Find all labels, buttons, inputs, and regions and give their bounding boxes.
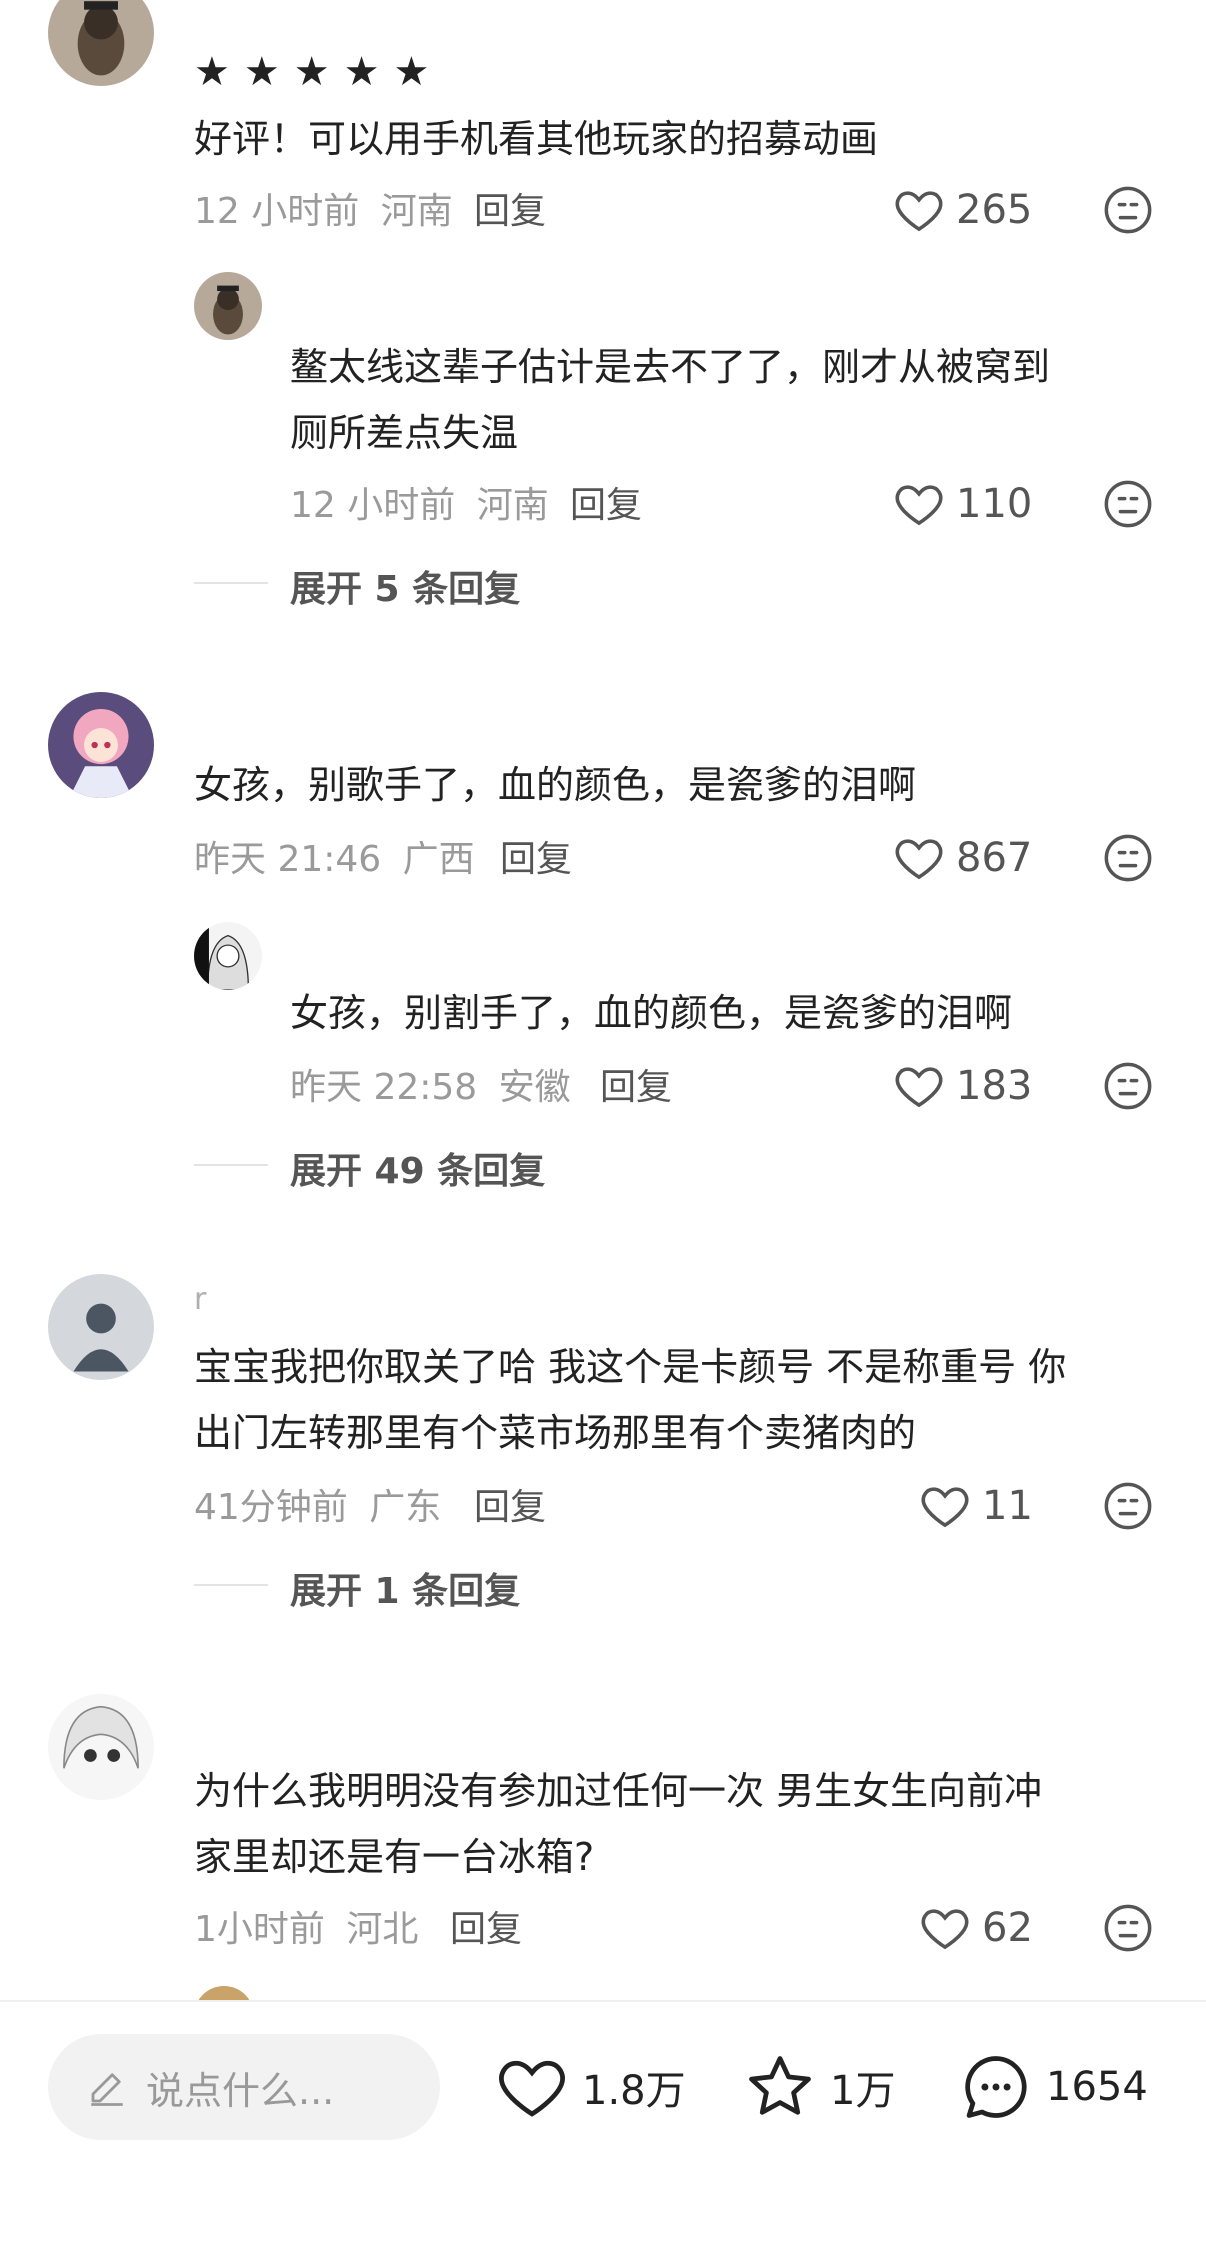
like-button[interactable]: 110 bbox=[892, 474, 1032, 534]
reply-text: 鳌太线这辈子估计是去不了了，刚才从被窝到 厕所差点失温 bbox=[290, 334, 1050, 466]
comment-meta: 1小时前 河北 bbox=[194, 1900, 418, 1952]
like-button[interactable]: 62 bbox=[918, 1898, 1033, 1958]
heart-icon bbox=[895, 485, 943, 526]
comment-meta: 41分钟前 广东 bbox=[194, 1478, 441, 1530]
chat-bubble-icon bbox=[965, 2056, 1027, 2118]
reply-avatar[interactable] bbox=[194, 272, 262, 340]
star-icon bbox=[749, 2056, 811, 2115]
heart-icon bbox=[921, 1909, 969, 1950]
comment-text-line: 为什么我明明没有参加过任何一次 男生女生向前冲 bbox=[194, 1769, 1043, 1813]
like-post-button[interactable]: 1.8万 bbox=[494, 2042, 686, 2132]
like-button[interactable]: 867 bbox=[892, 828, 1032, 888]
comment-location: 广东 bbox=[369, 1487, 442, 1528]
avatar[interactable] bbox=[48, 1274, 154, 1380]
comment-input[interactable]: 说点什么... bbox=[48, 2034, 440, 2140]
like-count: 110 bbox=[956, 481, 1033, 527]
emoji-face-icon[interactable] bbox=[1102, 478, 1154, 530]
avatar[interactable] bbox=[48, 692, 154, 798]
expand-divider bbox=[194, 582, 268, 584]
expand-divider bbox=[194, 1584, 268, 1586]
comment-meta: 昨天 21:46 广西 bbox=[194, 830, 475, 882]
comment-meta-time: 12 小时前 河南 bbox=[194, 182, 453, 234]
reply-button[interactable]: 回复 bbox=[474, 1478, 546, 1530]
emoji-face-icon[interactable] bbox=[1102, 832, 1154, 884]
avatar[interactable] bbox=[48, 0, 154, 86]
reply-avatar[interactable] bbox=[194, 922, 262, 990]
rating-stars: ★★★★★ bbox=[194, 52, 443, 92]
expand-replies-button[interactable]: 展开 5 条回复 bbox=[290, 560, 520, 612]
like-button[interactable]: 265 bbox=[892, 180, 1032, 240]
comment-text-line: 宝宝我把你取关了哈 我这个是卡颜号 不是称重号 你 bbox=[194, 1345, 1067, 1389]
comments-button[interactable]: 1654 bbox=[958, 2042, 1148, 2132]
emoji-face-icon[interactable] bbox=[1102, 1902, 1154, 1954]
comment-text: 好评！可以用手机看其他玩家的招募动画 bbox=[194, 117, 879, 161]
emoji-face-icon[interactable] bbox=[1102, 184, 1154, 236]
like-count: 11 bbox=[982, 1483, 1033, 1529]
comment-input-placeholder: 说点什么... bbox=[146, 2068, 335, 2113]
comment-time: 12 小时前 bbox=[194, 191, 360, 232]
comment-text-line: 出门左转那里有个菜市场那里有个卖猪肉的 bbox=[194, 1411, 917, 1455]
comment-time: 1小时前 bbox=[194, 1909, 325, 1950]
heart-icon bbox=[895, 839, 943, 880]
favorite-button[interactable]: 1万 bbox=[742, 2042, 895, 2132]
heart-icon bbox=[895, 1067, 943, 1108]
reply-meta: 昨天 22:58 安徽 bbox=[290, 1058, 571, 1110]
comment-text: 为什么我明明没有参加过任何一次 男生女生向前冲 家里却还是有一台冰箱? bbox=[194, 1758, 1042, 1890]
reply-text-line: 厕所差点失温 bbox=[290, 411, 519, 455]
reply-time: 12 小时前 bbox=[290, 485, 456, 526]
comment-location: 广西 bbox=[402, 839, 475, 880]
rating-stars-text: ★★★★★ bbox=[194, 49, 444, 95]
comment-text: 女孩，别歌手了，血的颜色，是瓷爹的泪啊 bbox=[194, 763, 917, 807]
reply-button[interactable]: 回复 bbox=[450, 1900, 522, 1952]
reply-button[interactable]: 回复 bbox=[500, 830, 572, 882]
reply-time: 昨天 22:58 bbox=[290, 1067, 478, 1108]
pencil-icon bbox=[91, 2073, 123, 2106]
like-button[interactable]: 183 bbox=[892, 1056, 1032, 1116]
reply-text-line: 鳌太线这辈子估计是去不了了，刚才从被窝到 bbox=[290, 345, 1051, 389]
post-like-count: 1.8万 bbox=[582, 2068, 686, 2114]
expand-replies-button[interactable]: 展开 1 条回复 bbox=[290, 1562, 520, 1614]
heart-icon bbox=[499, 2060, 565, 2117]
reply-text: 女孩，别割手了，血的颜色，是瓷爹的泪啊 bbox=[290, 991, 1013, 1035]
like-button[interactable]: 11 bbox=[918, 1476, 1033, 1536]
like-count: 183 bbox=[956, 1063, 1033, 1109]
reply-button[interactable]: 回复 bbox=[474, 182, 546, 234]
like-count: 62 bbox=[982, 1905, 1033, 1951]
username[interactable]: r bbox=[194, 1282, 206, 1317]
comment-location: 河北 bbox=[346, 1909, 419, 1950]
comment-time: 昨天 21:46 bbox=[194, 839, 382, 880]
bottom-action-bar: 说点什么... 1.8万 1万 1654 bbox=[0, 2000, 1206, 2268]
comment-location: 河南 bbox=[380, 191, 453, 232]
emoji-face-icon[interactable] bbox=[1102, 1060, 1154, 1112]
avatar[interactable] bbox=[48, 1694, 154, 1800]
comment-text: 宝宝我把你取关了哈 我这个是卡颜号 不是称重号 你 出门左转那里有个菜市场那里有… bbox=[194, 1334, 1066, 1466]
comment-time: 41分钟前 bbox=[194, 1487, 348, 1528]
comment-count: 1654 bbox=[1046, 2064, 1148, 2110]
reply-meta: 12 小时前 河南 bbox=[290, 476, 549, 528]
reply-location: 河南 bbox=[476, 485, 549, 526]
comment-text-line: 家里却还是有一台冰箱? bbox=[194, 1835, 595, 1879]
reply-button[interactable]: 回复 bbox=[570, 476, 642, 528]
like-count: 265 bbox=[956, 187, 1033, 233]
emoji-face-icon[interactable] bbox=[1102, 1480, 1154, 1532]
expand-divider bbox=[194, 1164, 268, 1166]
reply-location: 安徽 bbox=[498, 1067, 571, 1108]
reply-button[interactable]: 回复 bbox=[600, 1058, 672, 1110]
favorite-count: 1万 bbox=[830, 2068, 896, 2114]
heart-icon bbox=[895, 191, 943, 232]
like-count: 867 bbox=[956, 835, 1033, 881]
heart-icon bbox=[921, 1487, 969, 1528]
expand-replies-button[interactable]: 展开 49 条回复 bbox=[290, 1142, 545, 1194]
